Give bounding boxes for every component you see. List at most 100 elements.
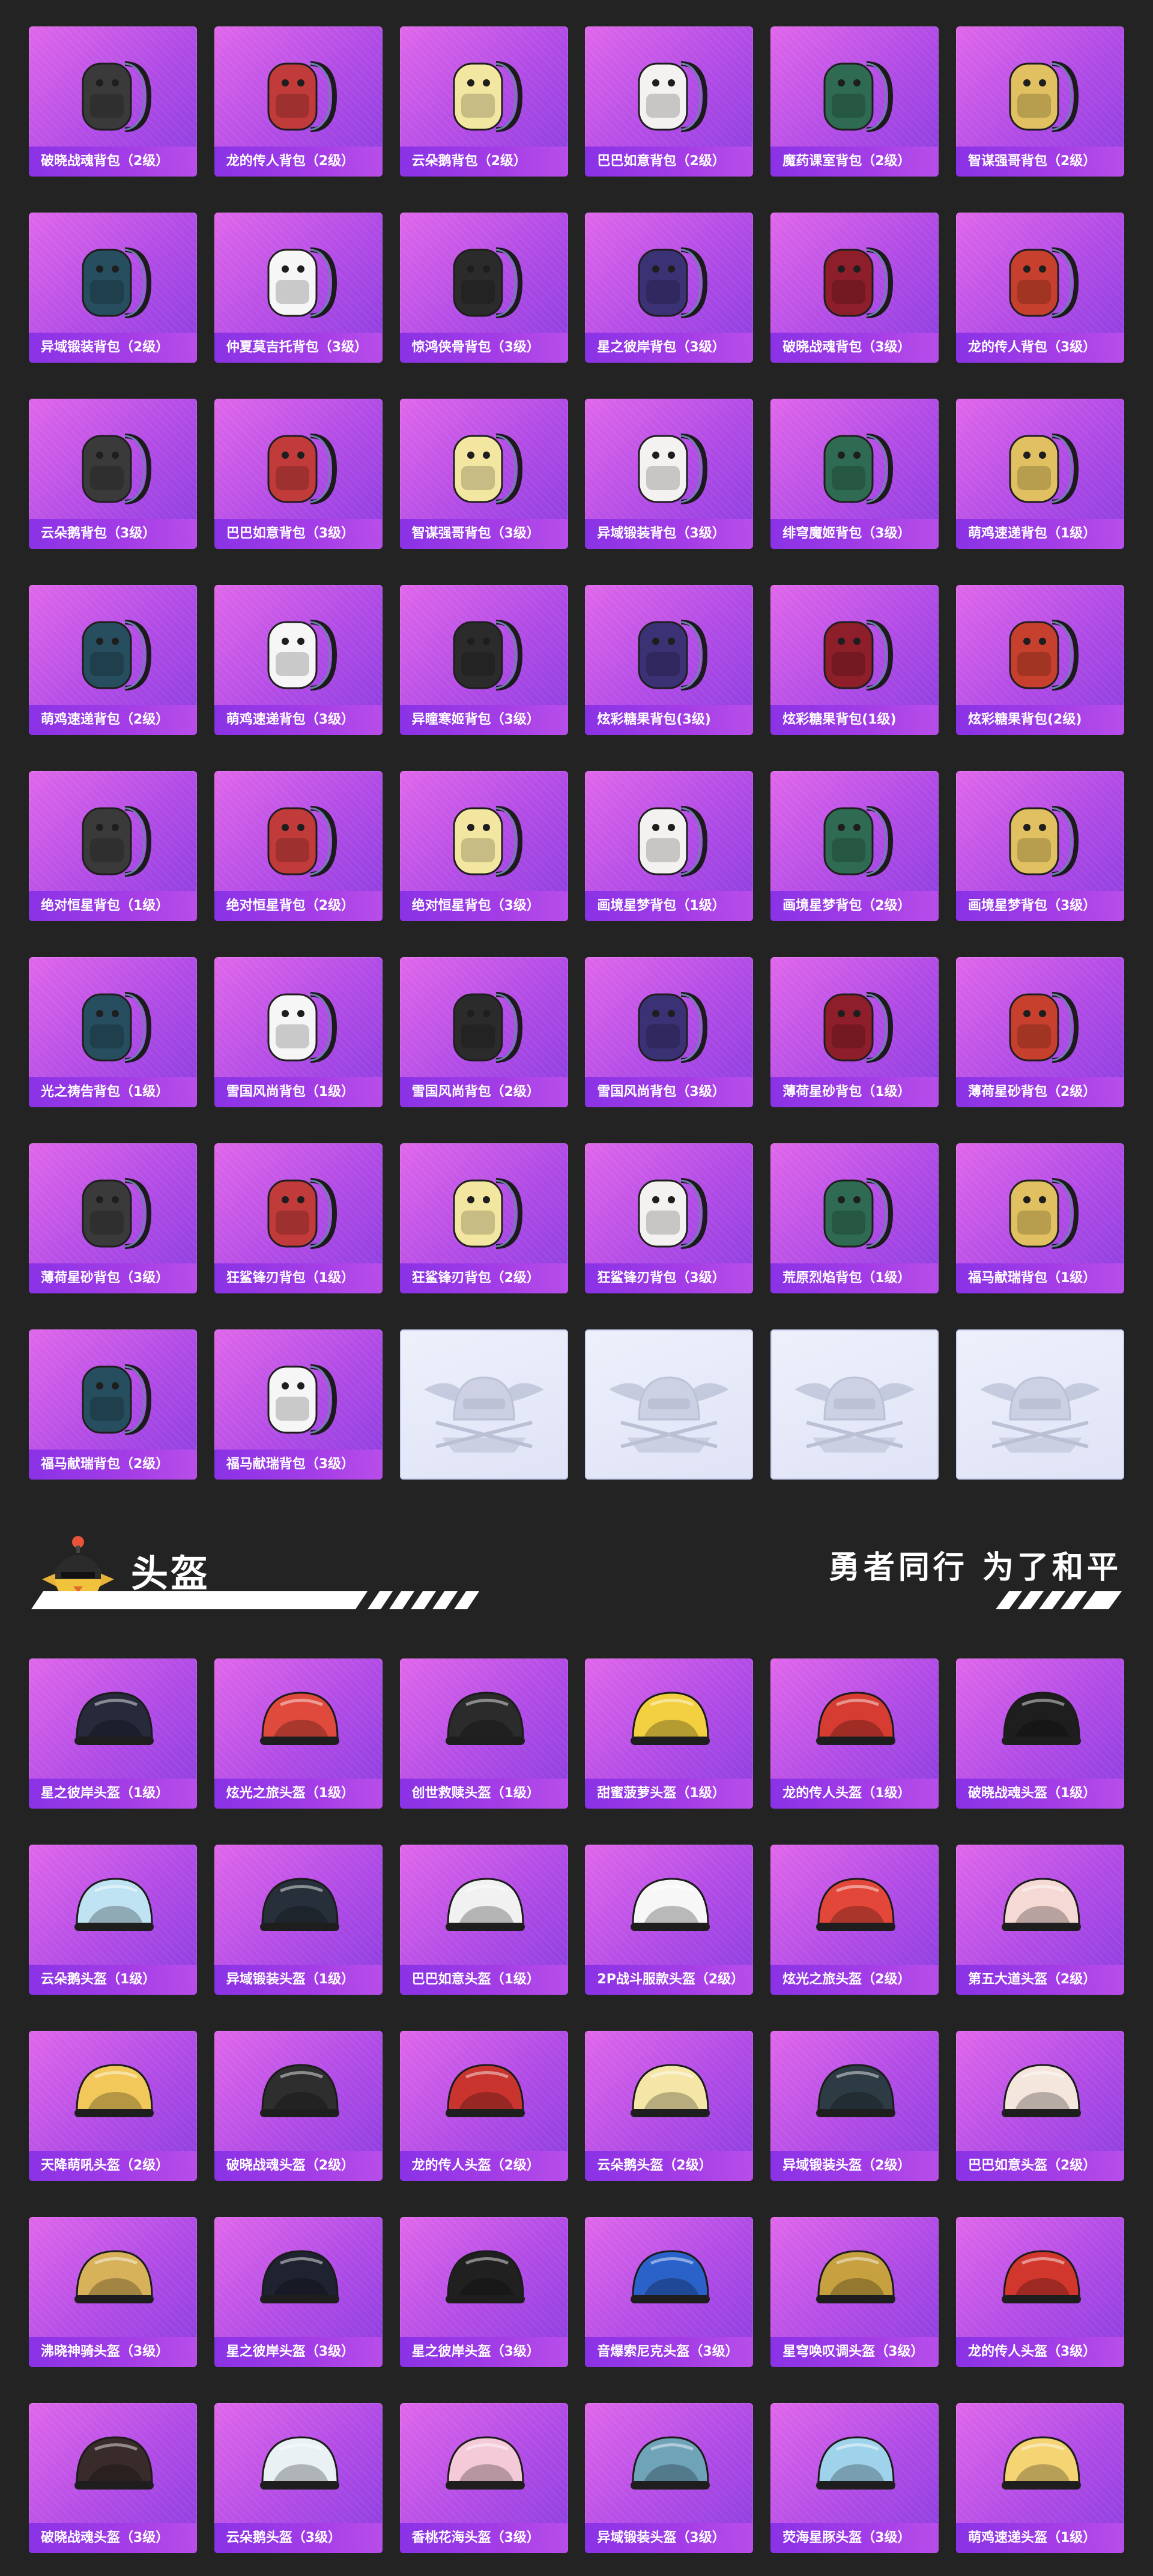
backpack-card[interactable]: 萌鸡速递背包（2级） xyxy=(29,585,197,735)
helmet-card[interactable]: 荧海星豚头盔（3级） xyxy=(770,2403,939,2553)
helmet-card[interactable]: 天降萌吼头盔（2级） xyxy=(29,2031,197,2181)
backpack-card[interactable]: 巴巴如意背包（2级） xyxy=(585,26,754,177)
helmet-card[interactable]: 炫光之旅头盔（1级） xyxy=(214,1658,383,1809)
helmet-card[interactable]: 龙的传人头盔（2级） xyxy=(399,2031,568,2181)
helmet-card[interactable]: 破晓战魂头盔（2级） xyxy=(214,2031,383,2181)
placeholder-card xyxy=(399,1329,568,1480)
backpack-icon xyxy=(615,412,723,514)
helmet-label: 破晓战魂头盔（1级） xyxy=(955,1779,1124,1809)
helmet-icon xyxy=(244,1672,353,1774)
helmet-card[interactable]: 巴巴如意头盔（1级） xyxy=(399,1845,568,1995)
backpack-card[interactable]: 雪国风尚背包（2级） xyxy=(399,957,568,1107)
backpack-card[interactable]: 炫彩糖果背包(1级) xyxy=(770,585,939,735)
backpack-card[interactable]: 智谋强哥背包（2级） xyxy=(955,26,1124,177)
backpack-card[interactable]: 福马献瑞背包（2级） xyxy=(29,1329,197,1480)
helmet-wings-emblem-icon xyxy=(788,1347,921,1462)
backpack-label: 炫彩糖果背包(1级) xyxy=(770,705,939,735)
backpack-card[interactable]: 萌鸡速递背包（1级） xyxy=(955,399,1124,549)
helmet-card[interactable]: 星之彼岸头盔（3级） xyxy=(399,2217,568,2367)
backpack-card[interactable]: 画境星梦背包（3级） xyxy=(955,771,1124,921)
helmet-card[interactable]: 香桃花海头盔（3级） xyxy=(399,2403,568,2553)
helmet-card[interactable]: 云朵鹅头盔（3级） xyxy=(214,2403,383,2553)
backpack-card[interactable]: 光之祷告背包（1级） xyxy=(29,957,197,1107)
backpack-card[interactable]: 画境星梦背包（1级） xyxy=(585,771,754,921)
helmet-card[interactable]: 甜蜜菠萝头盔（1级） xyxy=(585,1658,754,1809)
helmet-label: 星之彼岸头盔（3级） xyxy=(399,2337,568,2367)
backpack-card[interactable]: 薄荷星砂背包（1级） xyxy=(770,957,939,1107)
helmet-card[interactable]: 萌鸡速递头盔（1级） xyxy=(955,2403,1124,2553)
backpack-card[interactable]: 雪国风尚背包（3级） xyxy=(585,957,754,1107)
helmet-card[interactable]: 破晓战魂头盔（1级） xyxy=(955,1658,1124,1809)
backpack-card[interactable]: 绝对恒星背包（2级） xyxy=(214,771,383,921)
backpack-label: 星之彼岸背包（3级） xyxy=(585,333,754,363)
backpack-label: 巴巴如意背包（3级） xyxy=(214,519,383,549)
backpack-card[interactable]: 异瞳寒姬背包（3级） xyxy=(399,585,568,735)
helmet-card[interactable]: 云朵鹅头盔（1级） xyxy=(29,1845,197,1995)
helmet-card[interactable]: 星之彼岸头盔（3级） xyxy=(214,2217,383,2367)
helmet-card[interactable]: 沸晓神骑头盔（3级） xyxy=(29,2217,197,2367)
helmet-card[interactable]: 炫光之旅头盔（2级） xyxy=(770,1845,939,1995)
backpack-card[interactable]: 炫彩糖果背包(3级) xyxy=(585,585,754,735)
backpack-label: 薄荷星砂背包（2级） xyxy=(955,1077,1124,1107)
helmet-card[interactable]: 云朵鹅头盔（2级） xyxy=(585,2031,754,2181)
backpack-card[interactable]: 雪国风尚背包（1级） xyxy=(214,957,383,1107)
helmet-label: 破晓战魂头盔（2级） xyxy=(214,2151,383,2181)
helmet-wings-emblem-icon xyxy=(418,1347,550,1462)
backpack-card[interactable]: 狂鲨锋刃背包（2级） xyxy=(399,1143,568,1293)
helmet-card[interactable]: 音爆索尼克头盔（3级） xyxy=(585,2217,754,2367)
helmet-card[interactable]: 2P战斗服款头盔（2级） xyxy=(585,1845,754,1995)
backpack-card[interactable]: 星之彼岸背包（3级） xyxy=(585,213,754,363)
backpack-icon xyxy=(430,970,538,1072)
helmet-card[interactable]: 星之彼岸头盔（1级） xyxy=(29,1658,197,1809)
backpack-card[interactable]: 异域锻装背包（3级） xyxy=(585,399,754,549)
helmet-card[interactable]: 创世救赎头盔（1级） xyxy=(399,1658,568,1809)
backpack-icon xyxy=(59,226,167,328)
backpack-card[interactable]: 仲夏莫吉托背包（3级） xyxy=(214,213,383,363)
backpack-icon xyxy=(615,784,723,886)
backpack-card[interactable]: 福马献瑞背包（1级） xyxy=(955,1143,1124,1293)
helmet-card[interactable]: 龙的传人头盔（1级） xyxy=(770,1658,939,1809)
backpack-card[interactable]: 画境星梦背包（2级） xyxy=(770,771,939,921)
backpack-card[interactable]: 云朵鹅背包（2级） xyxy=(399,26,568,177)
backpack-card[interactable]: 惊鸿侠骨背包（3级） xyxy=(399,213,568,363)
helmet-card[interactable]: 龙的传人头盔（3级） xyxy=(955,2217,1124,2367)
backpack-card[interactable]: 狂鲨锋刃背包（1级） xyxy=(214,1143,383,1293)
helmet-card[interactable]: 星穹唤叹调头盔（3级） xyxy=(770,2217,939,2367)
backpack-icon xyxy=(615,1156,723,1259)
helmet-card[interactable]: 异域锻装头盔（3级） xyxy=(585,2403,754,2553)
helmet-icon xyxy=(800,2416,909,2518)
backpack-icon xyxy=(986,1156,1094,1259)
backpack-card[interactable]: 巴巴如意背包（3级） xyxy=(214,399,383,549)
helmet-card[interactable]: 异域锻装头盔（2级） xyxy=(770,2031,939,2181)
backpack-card[interactable]: 萌鸡速递背包（3级） xyxy=(214,585,383,735)
backpack-card[interactable]: 狂鲨锋刃背包（3级） xyxy=(585,1143,754,1293)
backpack-card[interactable]: 魔药课室背包（2级） xyxy=(770,26,939,177)
backpack-card[interactable]: 智谋强哥背包（3级） xyxy=(399,399,568,549)
backpack-card[interactable]: 破晓战魂背包（2级） xyxy=(29,26,197,177)
backpack-card[interactable]: 破晓战魂背包（3级） xyxy=(770,213,939,363)
backpack-card[interactable]: 薄荷星砂背包（3级） xyxy=(29,1143,197,1293)
helmet-card[interactable]: 巴巴如意头盔（2级） xyxy=(955,2031,1124,2181)
backpack-card[interactable]: 龙的传人背包（2级） xyxy=(214,26,383,177)
helmet-card[interactable]: 异域锻装头盔（1级） xyxy=(214,1845,383,1995)
helmet-label: 巴巴如意头盔（2级） xyxy=(955,2151,1124,2181)
backpack-card[interactable]: 绯穹魔姬背包（3级） xyxy=(770,399,939,549)
backpack-label: 福马献瑞背包（3级） xyxy=(214,1450,383,1480)
helmet-card[interactable]: 破晓战魂头盔（3级） xyxy=(29,2403,197,2553)
backpack-card[interactable]: 福马献瑞背包（3级） xyxy=(214,1329,383,1480)
helmet-icon xyxy=(615,2416,723,2518)
helmet-icon xyxy=(244,2044,353,2146)
backpack-card[interactable]: 薄荷星砂背包（2级） xyxy=(955,957,1124,1107)
backpack-card[interactable]: 云朵鹅背包（3级） xyxy=(29,399,197,549)
backpack-icon xyxy=(986,412,1094,514)
backpack-card[interactable]: 异域锻装背包（2级） xyxy=(29,213,197,363)
backpack-icon xyxy=(800,1156,909,1259)
backpack-card[interactable]: 绝对恒星背包（1级） xyxy=(29,771,197,921)
backpack-card[interactable]: 炫彩糖果背包(2级) xyxy=(955,585,1124,735)
helmet-card[interactable]: 第五大道头盔（2级） xyxy=(955,1845,1124,1995)
helmet-icon xyxy=(430,2416,538,2518)
backpack-card[interactable]: 荒原烈焰背包（1级） xyxy=(770,1143,939,1293)
backpack-card[interactable]: 龙的传人背包（3级） xyxy=(955,213,1124,363)
backpack-card[interactable]: 绝对恒星背包（3级） xyxy=(399,771,568,921)
helmet-label: 星之彼岸头盔（3级） xyxy=(214,2337,383,2367)
